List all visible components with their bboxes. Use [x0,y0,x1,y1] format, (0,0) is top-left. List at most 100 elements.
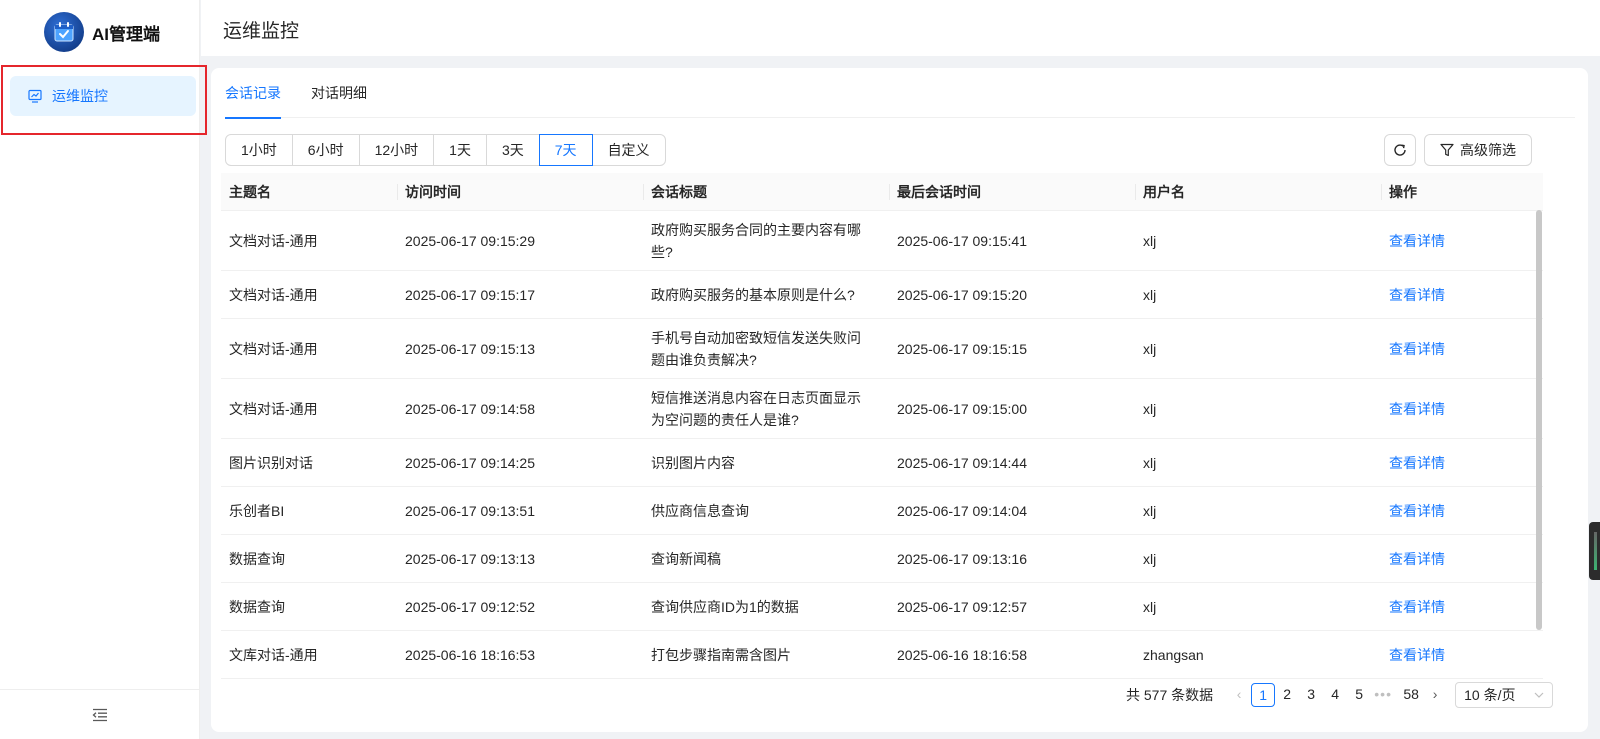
table-row: 图片识别对话 2025-06-17 09:14:25 识别图片内容 2025-0… [221,439,1543,487]
cell-session-title: 供应商信息查询 [651,502,749,519]
cell-visit-time: 2025-06-17 09:13:13 [405,550,535,567]
view-details-link[interactable]: 查看详情 [1381,500,1543,522]
chevron-down-icon [1534,692,1544,698]
topbar [201,0,1600,56]
cell-topic: 文档对话-通用 [229,400,318,417]
cell-topic: 文档对话-通用 [229,232,318,249]
cell-topic: 图片识别对话 [229,454,313,471]
cell-username: xlj [1143,550,1157,567]
view-details-link[interactable]: 查看详情 [1381,398,1543,420]
cell-topic: 文档对话-通用 [229,286,318,303]
cell-topic: 文库对话-通用 [229,646,318,663]
view-details-link[interactable]: 查看详情 [1381,596,1543,618]
view-details-link[interactable]: 查看详情 [1381,338,1543,360]
table-row: 文档对话-通用 2025-06-17 09:15:17 政府购买服务的基本原则是… [221,271,1543,319]
page-5-button[interactable]: 5 [1347,683,1371,707]
pagination: 共 577 条数据 ‹ 1 2 3 4 5 ••• 58 › 10 条/页 [1126,682,1554,708]
table-row: 数据查询 2025-06-17 09:12:52 查询供应商ID为1的数据 20… [221,583,1543,631]
page-title: 运维监控 [223,21,300,42]
prev-page-button[interactable]: ‹ [1227,683,1251,707]
filter-icon [1440,143,1454,157]
cell-topic: 数据查询 [229,550,285,567]
range-12h-button[interactable]: 12小时 [358,134,435,166]
table-row: 文档对话-通用 2025-06-17 09:15:29 政府购买服务合同的主要内… [221,211,1543,271]
column-header[interactable]: 最后会话时间 [889,173,1135,210]
page-4-button[interactable]: 4 [1323,683,1347,707]
calendar-check-icon [44,12,84,52]
cell-visit-time: 2025-06-17 09:15:13 [405,340,535,357]
view-details-link[interactable]: 查看详情 [1381,284,1543,306]
cell-visit-time: 2025-06-17 09:13:51 [405,502,535,519]
range-7d-button[interactable]: 7天 [538,134,593,166]
total-count: 共 577 条数据 [1126,687,1214,703]
page-1-button[interactable]: 1 [1251,683,1276,707]
range-3d-button[interactable]: 3天 [485,134,540,166]
range-1h-button[interactable]: 1小时 [225,134,293,166]
cell-username: xlj [1143,454,1157,471]
cell-session-title: 手机号自动加密致短信发送失败问题由谁负责解决? [651,329,861,368]
cell-username: xlj [1143,502,1157,519]
cell-session-title: 短信推送消息内容在日志页面显示为空问题的责任人是谁? [651,389,861,428]
cell-last-time: 2025-06-17 09:15:15 [897,340,1027,357]
column-header[interactable]: 用户名 [1135,173,1381,210]
cell-username: zhangsan [1143,646,1204,663]
view-details-link[interactable]: 查看详情 [1381,452,1543,474]
cell-session-title: 查询供应商ID为1的数据 [651,598,799,615]
cell-session-title: 识别图片内容 [651,454,735,471]
column-header[interactable]: 会话标题 [643,173,889,210]
table-row: 文库对话-通用 2025-06-16 18:16:53 打包步骤指南需含图片 2… [221,631,1543,679]
refresh-button[interactable] [1384,134,1416,166]
cell-last-time: 2025-06-17 09:15:41 [897,232,1027,249]
cell-username: xlj [1143,598,1157,615]
page-size-select[interactable]: 10 条/页 [1455,682,1554,708]
content-card: 会话记录 对话明细 1小时 6小时 12小时 1天 3天 7天 自定义 高级筛选… [211,68,1588,732]
cell-visit-time: 2025-06-16 18:16:53 [405,646,535,663]
menu-fold-icon[interactable] [92,708,108,722]
page-2-button[interactable]: 2 [1275,683,1299,707]
cell-last-time: 2025-06-17 09:12:57 [897,598,1027,615]
column-header[interactable]: 访问时间 [397,173,643,210]
view-details-link[interactable]: 查看详情 [1381,230,1543,252]
cell-session-title: 打包步骤指南需含图片 [651,646,791,663]
range-1d-button[interactable]: 1天 [433,134,487,166]
page-last-button[interactable]: 58 [1399,683,1423,707]
range-custom-button[interactable]: 自定义 [591,134,666,166]
tab-session-records[interactable]: 会话记录 [225,68,281,119]
cell-username: xlj [1143,232,1157,249]
range-6h-button[interactable]: 6小时 [291,134,360,166]
page-3-button[interactable]: 3 [1299,683,1323,707]
jump-next-ellipsis[interactable]: ••• [1371,683,1395,707]
cell-last-time: 2025-06-17 09:14:04 [897,502,1027,519]
view-details-link[interactable]: 查看详情 [1381,548,1543,570]
cell-last-time: 2025-06-17 09:14:44 [897,454,1027,471]
cell-visit-time: 2025-06-17 09:14:58 [405,400,535,417]
advanced-filter-button[interactable]: 高级筛选 [1424,134,1532,166]
sidebar-collapse[interactable] [0,689,200,739]
page-size-value: 10 条/页 [1464,687,1516,703]
column-header[interactable]: 操作 [1381,173,1543,210]
cell-session-title: 政府购买服务的基本原则是什么? [651,286,855,303]
cell-topic: 数据查询 [229,598,285,615]
time-range-group: 1小时 6小时 12小时 1天 3天 7天 自定义 [225,134,666,166]
cell-last-time: 2025-06-17 09:13:16 [897,550,1027,567]
highlight-box [1,65,207,135]
cell-session-title: 查询新闻稿 [651,550,721,567]
table-row: 乐创者BI 2025-06-17 09:13:51 供应商信息查询 2025-0… [221,487,1543,535]
cell-topic: 乐创者BI [229,502,285,519]
side-panel-handle[interactable] [1589,522,1600,580]
filter-label: 高级筛选 [1460,142,1516,158]
table-row: 文档对话-通用 2025-06-17 09:14:58 短信推送消息内容在日志页… [221,379,1543,439]
cell-username: xlj [1143,286,1157,303]
next-page-button[interactable]: › [1423,683,1447,707]
table-row: 文档对话-通用 2025-06-17 09:15:13 手机号自动加密致短信发送… [221,319,1543,379]
cell-session-title: 政府购买服务合同的主要内容有哪些? [651,221,861,260]
session-table: 主题名 访问时间 会话标题 最后会话时间 用户名 操作 文档对话-通用 2025… [221,173,1543,679]
refresh-icon [1394,144,1406,156]
column-header[interactable]: 主题名 [221,173,397,210]
cell-visit-time: 2025-06-17 09:15:29 [405,232,535,249]
cell-last-time: 2025-06-17 09:15:00 [897,400,1027,417]
view-details-link[interactable]: 查看详情 [1381,644,1543,666]
cell-visit-time: 2025-06-17 09:15:17 [405,286,535,303]
tab-dialog-details[interactable]: 对话明细 [311,68,367,118]
table-scrollbar[interactable] [1536,210,1542,630]
